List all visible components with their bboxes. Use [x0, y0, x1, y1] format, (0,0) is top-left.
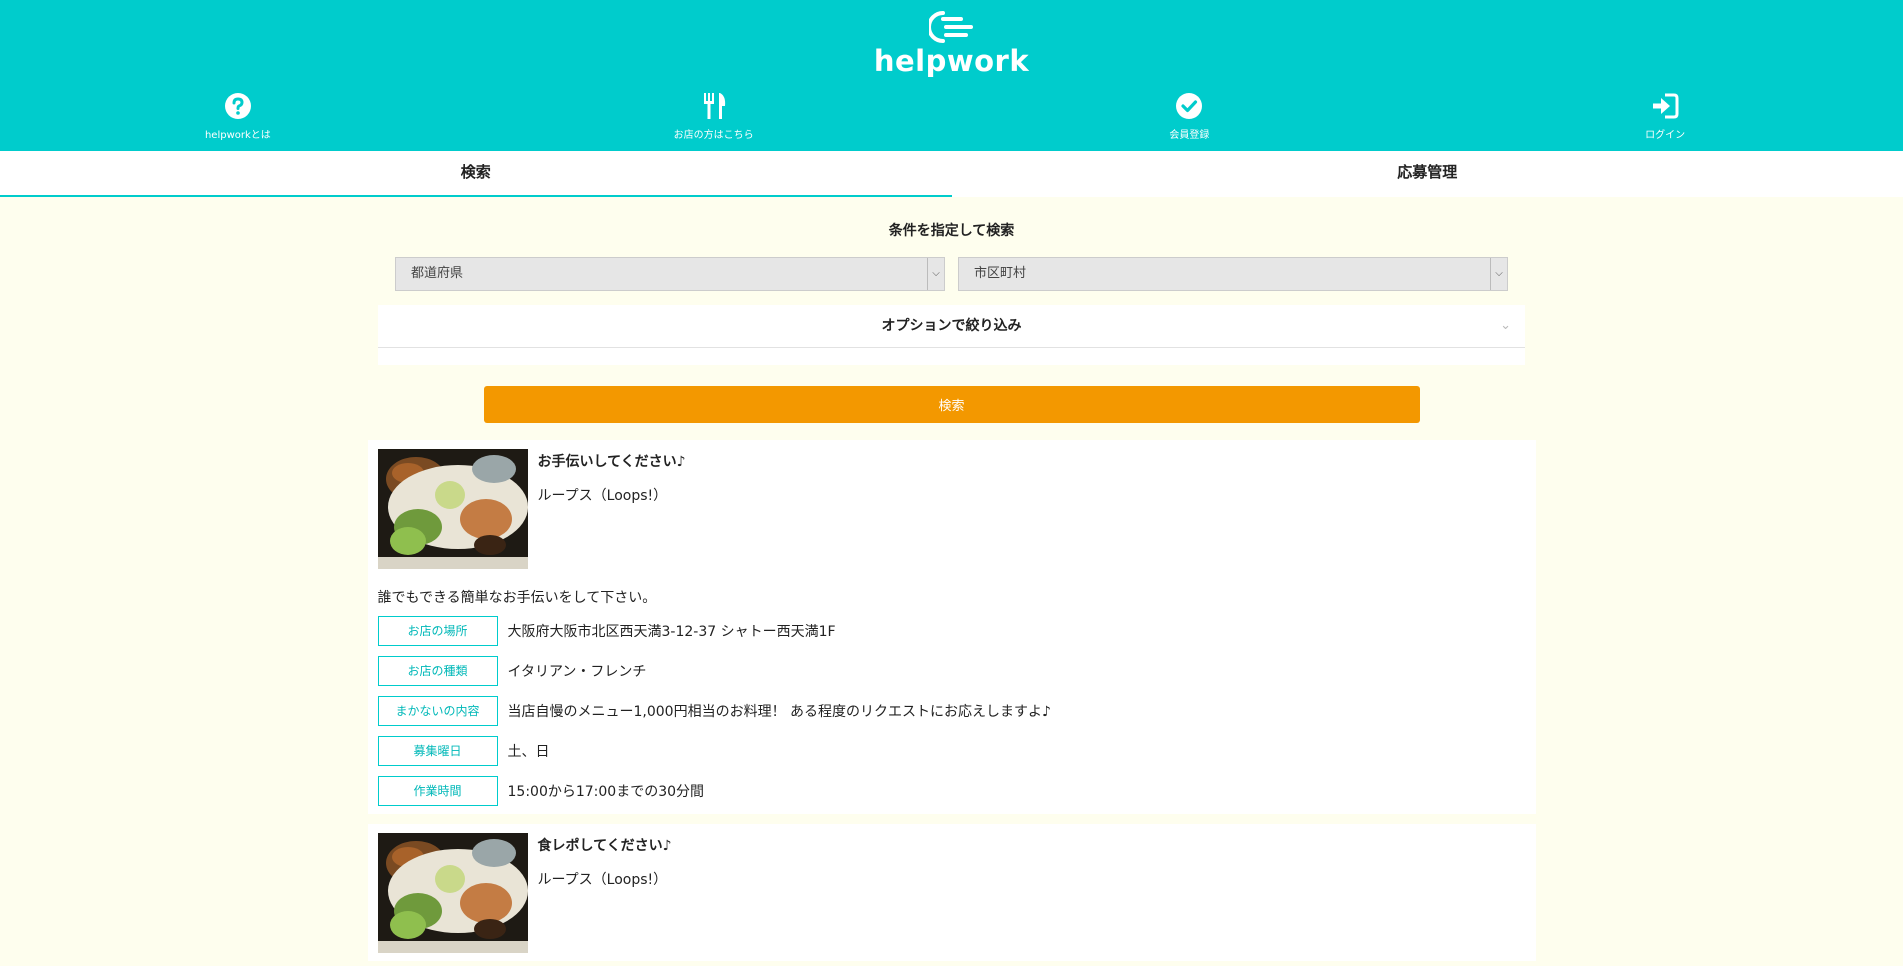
question-circle-icon — [224, 93, 251, 119]
detail-row-location: お店の場所 大阪府大阪市北区西天満3-12-37 シャトー西天満1F — [377, 616, 1526, 646]
city-select-value: 市区町村 — [974, 266, 1027, 281]
nav-shop-label: お店の方はこちら — [673, 130, 754, 141]
logo[interactable]: helpwork — [0, 8, 1903, 78]
city-select[interactable]: 市区町村 ⌵ — [958, 257, 1508, 291]
card-info: お手伝いしてください♪ ループス（Loops!） — [538, 449, 686, 569]
result-card[interactable]: 食レポしてください♪ ループス（Loops!） — [367, 824, 1536, 961]
detail-value: 15:00から17:00までの30分間 — [507, 784, 705, 800]
nav-login[interactable]: ログイン — [1427, 92, 1903, 141]
detail-label: まかないの内容 — [377, 696, 498, 726]
card-title: お手伝いしてください♪ — [537, 454, 686, 470]
card-info: 食レポしてください♪ ループス（Loops!） — [538, 833, 672, 953]
detail-value: 土、日 — [507, 744, 550, 760]
search-button[interactable]: 検索 — [483, 386, 1420, 423]
card-shop: ループス（Loops!） — [537, 488, 668, 504]
detail-label: 作業時間 — [377, 776, 498, 806]
detail-value: イタリアン・フレンチ — [507, 664, 647, 680]
login-icon — [1653, 93, 1679, 119]
tab-bar: 検索 応募管理 — [0, 151, 1903, 197]
hand-logo-icon — [928, 11, 973, 43]
tab-search[interactable]: 検索 — [0, 151, 952, 197]
nav-about-label: helpworkとは — [204, 130, 271, 141]
options-accordion[interactable]: オプションで絞り込み ⌄ — [378, 305, 1525, 365]
card-header: お手伝いしてください♪ ループス（Loops!） — [377, 449, 1526, 569]
card-shop: ループス（Loops!） — [537, 872, 668, 888]
nav-register-label: 会員登録 — [1169, 130, 1210, 141]
nav-login-label: ログイン — [1645, 130, 1686, 141]
nav-about[interactable]: helpworkとは — [0, 92, 476, 141]
location-selects: 都道府県 ⌵ 市区町村 ⌵ — [395, 257, 1508, 291]
main-nav: helpworkとは お店の方はこちら 会員登録 ログイン — [0, 92, 1903, 141]
chevron-down-icon: ⌄ — [1500, 318, 1511, 333]
detail-label: お店の場所 — [377, 616, 498, 646]
chevron-down-icon: ⌵ — [1490, 258, 1507, 290]
prefecture-select[interactable]: 都道府県 ⌵ — [395, 257, 945, 291]
detail-row-type: お店の種類 イタリアン・フレンチ — [377, 656, 1526, 686]
detail-value: 大阪府大阪市北区西天満3-12-37 シャトー西天満1F — [507, 624, 836, 640]
result-card[interactable]: お手伝いしてください♪ ループス（Loops!） 誰でもできる簡単なお手伝いをし… — [367, 440, 1536, 814]
nav-register[interactable]: 会員登録 — [952, 92, 1428, 141]
food-photo — [377, 833, 528, 953]
chevron-down-icon: ⌵ — [927, 258, 944, 290]
fork-knife-icon — [703, 93, 725, 119]
detail-value: 当店自慢のメニュー1,000円相当のお料理！ ある程度のリクエストにお応えします… — [507, 704, 1051, 720]
card-details: お店の場所 大阪府大阪市北区西天満3-12-37 シャトー西天満1F お店の種類… — [377, 616, 1526, 806]
results-list: お手伝いしてください♪ ループス（Loops!） 誰でもできる簡単なお手伝いをし… — [367, 440, 1536, 961]
search-panel: 条件を指定して検索 都道府県 ⌵ 市区町村 ⌵ オプションで絞り込み ⌄ 検索 — [378, 197, 1525, 423]
search-title: 条件を指定して検索 — [888, 223, 1015, 239]
detail-label: お店の種類 — [377, 656, 498, 686]
nav-shop[interactable]: お店の方はこちら — [476, 92, 952, 141]
detail-row-time: 作業時間 15:00から17:00までの30分間 — [377, 776, 1526, 806]
options-label: オプションで絞り込み — [378, 305, 1525, 348]
food-photo — [377, 449, 528, 569]
check-circle-icon — [1176, 93, 1203, 119]
card-title: 食レポしてください♪ — [537, 838, 672, 854]
detail-row-meal: まかないの内容 当店自慢のメニュー1,000円相当のお料理！ ある程度のリクエス… — [377, 696, 1526, 726]
site-header: helpwork helpworkとは お店の方はこちら 会員登録 ログイン — [0, 0, 1903, 151]
prefecture-select-value: 都道府県 — [411, 266, 464, 281]
card-header: 食レポしてください♪ ループス（Loops!） — [377, 833, 1526, 953]
detail-label: 募集曜日 — [377, 736, 498, 766]
tab-applications[interactable]: 応募管理 — [952, 151, 1903, 197]
detail-row-days: 募集曜日 土、日 — [377, 736, 1526, 766]
logo-text: helpwork — [873, 44, 1030, 78]
card-description: 誰でもできる簡単なお手伝いをして下さい。 — [377, 590, 657, 606]
